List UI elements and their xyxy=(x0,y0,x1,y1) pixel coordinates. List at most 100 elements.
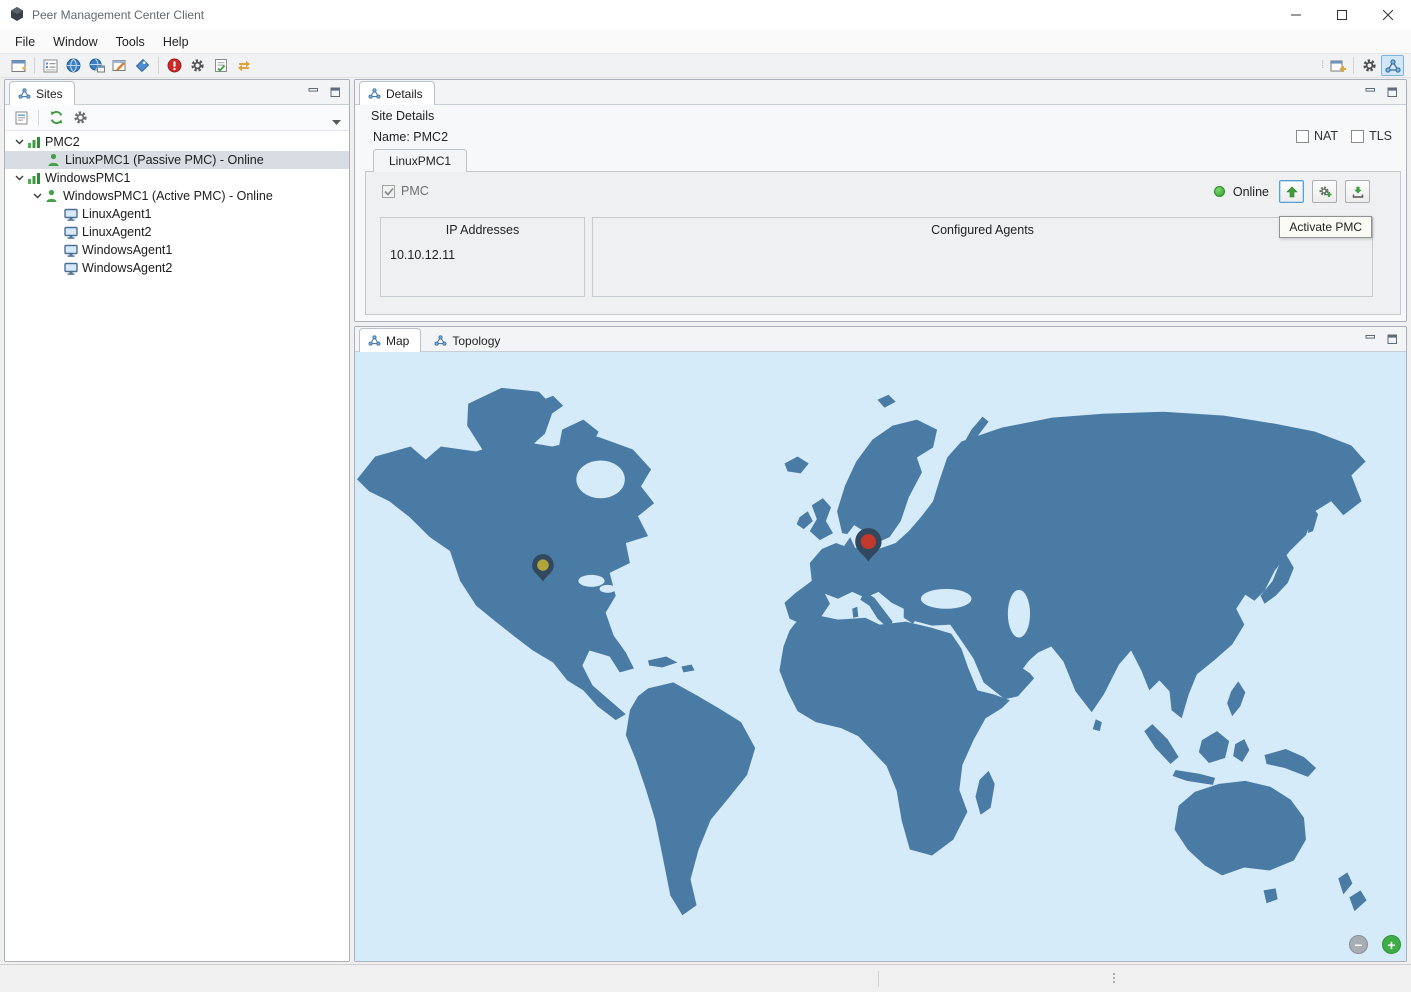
tree-item-linuxpmc1[interactable]: LinuxPMC1 (Passive PMC) - Online xyxy=(5,151,349,169)
configured-agents-title: Configured Agents xyxy=(931,223,1034,237)
agent-icon xyxy=(63,208,78,221)
tree-item-label: LinuxAgent2 xyxy=(82,225,152,239)
window-title: Peer Management Center Client xyxy=(32,8,205,22)
pmc-checkbox-label: PMC xyxy=(401,184,429,198)
agent-icon xyxy=(63,244,78,257)
menu-tools[interactable]: Tools xyxy=(107,32,154,52)
tab-map[interactable]: Map xyxy=(359,328,422,352)
pmc-details-content: PMC Online IP Addresses 10.10.12.11 Conf… xyxy=(365,171,1401,315)
agent-icon xyxy=(63,262,78,275)
nat-checkbox-box[interactable] xyxy=(1295,129,1309,143)
maximize-view-icon[interactable] xyxy=(329,86,342,99)
tab-details[interactable]: Details xyxy=(359,81,435,105)
edit-window-icon[interactable] xyxy=(108,55,131,76)
tab-sites[interactable]: Sites xyxy=(9,81,75,105)
refresh-icon[interactable] xyxy=(44,107,68,129)
tree-item-label: LinuxPMC1 (Passive PMC) - Online xyxy=(65,153,264,167)
tree-item-pmc2[interactable]: PMC2 xyxy=(5,133,349,151)
site-icon xyxy=(26,135,41,149)
nat-label: NAT xyxy=(1313,129,1339,143)
right-column: Details Site Details Name: PMC2 NAT TLS … xyxy=(354,79,1407,962)
tls-checkbox[interactable]: TLS xyxy=(1351,129,1392,143)
gear-icon[interactable] xyxy=(186,55,209,76)
tab-details-label: Details xyxy=(386,86,423,101)
minimize-button[interactable] xyxy=(1273,0,1319,30)
minimize-view-icon[interactable] xyxy=(1364,86,1377,99)
tab-linuxpmc1[interactable]: LinuxPMC1 xyxy=(373,149,468,172)
import-agents-button[interactable] xyxy=(1345,180,1370,203)
configured-agents-group: Configured Agents xyxy=(592,217,1373,297)
pmc-checkbox-box xyxy=(382,184,395,198)
sites-panel: Sites PMC2 LinuxPMC1 (Passive PMC) - Onl… xyxy=(4,79,350,962)
world-map[interactable]: − + xyxy=(355,352,1406,961)
tree-item-windowspmc1-active[interactable]: WindowsPMC1 (Active PMC) - Online xyxy=(5,187,349,205)
status-bar xyxy=(0,964,1411,992)
status-bar-drag-handle[interactable] xyxy=(1113,973,1115,983)
tab-map-label: Map xyxy=(386,333,410,348)
ip-addresses-group: IP Addresses 10.10.12.11 xyxy=(380,217,585,297)
stop-icon[interactable] xyxy=(163,55,186,76)
tree-item-label: WindowsAgent1 xyxy=(82,243,173,257)
gear-icon[interactable] xyxy=(68,107,92,129)
tree-item-linuxagent2[interactable]: LinuxAgent2 xyxy=(5,223,349,241)
perspective-bar: ⁞ xyxy=(1318,55,1404,76)
chevron-down-icon[interactable] xyxy=(13,175,26,181)
site-name-label: Name: PMC2 xyxy=(373,130,449,144)
tab-linuxpmc1-label: LinuxPMC1 xyxy=(389,154,452,168)
app-icon xyxy=(9,6,25,25)
tag-icon[interactable] xyxy=(131,55,154,76)
map-panel-header: Map Topology xyxy=(355,327,1406,352)
tls-checkbox-box[interactable] xyxy=(1351,129,1365,143)
configure-pmc-button[interactable] xyxy=(1312,180,1337,203)
main-area: Sites PMC2 LinuxPMC1 (Passive PMC) - Onl… xyxy=(0,78,1411,964)
view-menu-icon[interactable] xyxy=(332,114,341,128)
toolbar-separator xyxy=(1353,57,1354,74)
title-bar: Peer Management Center Client xyxy=(0,0,1411,30)
site-details-title: Site Details xyxy=(371,109,435,123)
chevron-down-icon[interactable] xyxy=(31,193,44,199)
site-icon xyxy=(26,171,41,185)
tree-item-label: PMC2 xyxy=(45,135,80,149)
close-button[interactable] xyxy=(1365,0,1411,30)
maximize-view-icon[interactable] xyxy=(1386,86,1399,99)
main-toolbar: ⁞ xyxy=(0,53,1411,78)
management-perspective-icon[interactable] xyxy=(1358,55,1381,76)
zoom-in-button[interactable]: + xyxy=(1382,935,1401,954)
minimize-view-icon[interactable] xyxy=(307,86,320,99)
maximize-view-icon[interactable] xyxy=(1386,333,1399,346)
minimize-view-icon[interactable] xyxy=(1364,333,1377,346)
tree-item-linuxagent1[interactable]: LinuxAgent1 xyxy=(5,205,349,223)
tree-item-label: WindowsPMC1 (Active PMC) - Online xyxy=(63,189,273,203)
menu-help[interactable]: Help xyxy=(154,32,198,52)
activate-pmc-button[interactable] xyxy=(1279,180,1304,203)
menu-window[interactable]: Window xyxy=(44,32,106,52)
globe-sites-icon[interactable] xyxy=(85,55,108,76)
sites-panel-header: Sites xyxy=(5,80,349,105)
menu-bar: File Window Tools Help xyxy=(0,30,1411,53)
globe-icon[interactable] xyxy=(62,55,85,76)
zoom-out-button[interactable]: − xyxy=(1349,935,1368,954)
pmc-perspective-icon[interactable] xyxy=(1381,55,1404,76)
report-icon[interactable] xyxy=(9,107,33,129)
menu-file[interactable]: File xyxy=(6,32,44,52)
tab-sites-label: Sites xyxy=(36,86,63,101)
new-window-icon[interactable] xyxy=(7,55,30,76)
tree-item-windowspmc1[interactable]: WindowsPMC1 xyxy=(5,169,349,187)
details-panel-header: Details xyxy=(355,80,1406,105)
open-perspective-icon[interactable] xyxy=(1326,55,1349,76)
tree-item-windowsagent1[interactable]: WindowsAgent1 xyxy=(5,241,349,259)
tree-item-windowsagent2[interactable]: WindowsAgent2 xyxy=(5,259,349,277)
pmc-checkbox: PMC xyxy=(382,184,429,198)
toolbar-separator xyxy=(158,57,159,74)
chevron-down-icon[interactable] xyxy=(13,139,26,145)
sites-view-toolbar xyxy=(5,105,349,131)
perspective-bar-handle[interactable]: ⁞ xyxy=(1321,60,1324,71)
tab-topology-label: Topology xyxy=(452,333,501,348)
sync-arrows-icon[interactable] xyxy=(232,55,255,76)
task-check-icon[interactable] xyxy=(209,55,232,76)
tab-topology[interactable]: Topology xyxy=(425,328,512,352)
form-list-icon[interactable] xyxy=(39,55,62,76)
nat-checkbox[interactable]: NAT xyxy=(1295,129,1339,143)
maximize-button[interactable] xyxy=(1319,0,1365,30)
tree-item-label: WindowsAgent2 xyxy=(82,261,173,275)
